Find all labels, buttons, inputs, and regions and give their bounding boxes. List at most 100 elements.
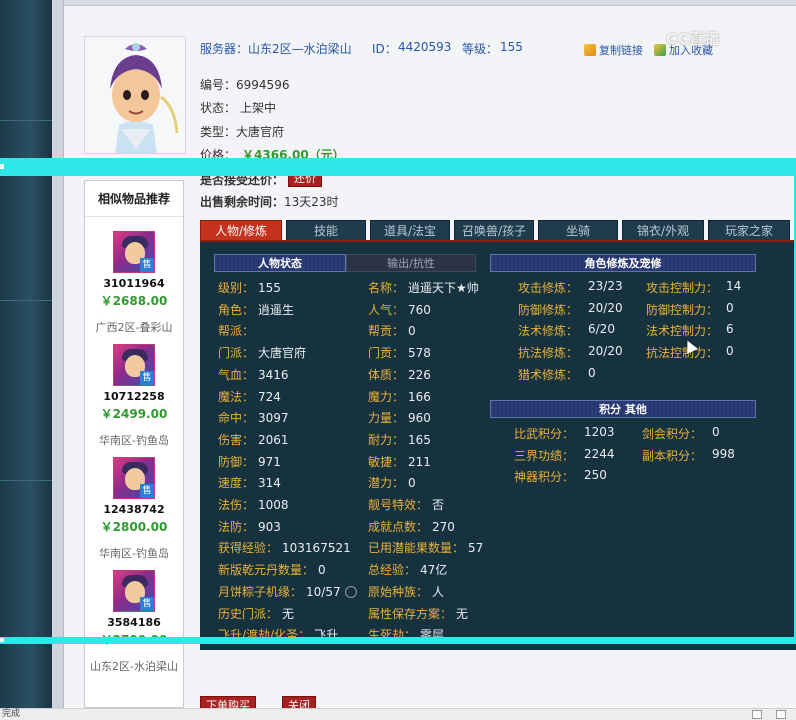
stat-label: 月饼粽子机缘： [218,584,303,599]
stat-row: 潜力： 0 [368,474,416,491]
stat-value: 971 [258,454,281,469]
stat-label: 抗法修炼： [518,346,579,361]
stat-label: 魔力： [368,389,405,404]
sale-badge: 售 [140,484,154,498]
similar-item-thumbnail[interactable]: 售 [113,344,155,386]
detail-tabs: 人物/修炼 技能 道具/法宝 召唤兽/孩子 坐骑 锦衣/外观 玩家之家 [200,220,796,240]
stat-value: 314 [258,476,281,491]
status-text: 完成 [2,709,21,719]
stat-value: 57 [468,541,484,556]
stat-label: 体质： [368,367,405,382]
sale-badge: 售 [140,371,154,385]
stat-value: 逍遥天下★帅 [408,281,479,295]
tab-4[interactable]: 坐骑 [538,220,618,240]
browser-status-bar: 完成 [0,708,796,720]
type-value: 大唐官府 [236,125,285,139]
stat-label: 猎术修炼： [518,367,579,382]
stat-row: 获得经验： 103167521 [218,539,351,556]
similar-item-thumbnail[interactable]: 售 [113,457,155,499]
stat-row: 伤害： 2061 [218,431,289,448]
stat-label: 人气： [368,302,405,317]
stat-value: 3416 [258,367,289,382]
stat-value: 6/20 [588,322,615,337]
stat-row: 原始种族：人 [368,583,444,600]
tab-2[interactable]: 道具/法宝 [370,220,450,240]
stat-label: 级别： [218,281,255,295]
stat-label: 新版乾元丹数量： [218,563,315,578]
stat-label: 魔法： [218,389,255,404]
stat-row: 力量： 960 [368,409,431,426]
scroll-gutter [52,0,64,708]
stat-value: 250 [584,468,607,483]
tab-5[interactable]: 锦衣/外观 [622,220,704,240]
status-icon-2 [776,710,786,719]
stat-row: 副本积分： 998 [642,447,735,464]
similar-item[interactable]: 售 10712258 ￥2499.00 华南区-钓鱼岛 [85,344,183,448]
favorite-icon [654,44,666,56]
stat-value: 211 [408,454,431,469]
stat-label: 敏捷： [368,454,405,469]
output-resist-tab[interactable]: 输出/抗性 [346,254,476,272]
similar-item[interactable]: 售 12438742 ￥2800.00 华南区-钓鱼岛 [85,457,183,561]
similar-items-title: 相似物品推荐 [85,181,183,217]
stat-value: 103167521 [282,541,351,556]
char-status-head[interactable]: 人物状态 [214,254,346,272]
stat-row: 门派： 大唐官府 [218,344,306,361]
stat-row: 攻击控制力： 14 [646,279,741,296]
sale-badge: 售 [140,597,154,611]
server-label: 服务器： [200,42,249,56]
stat-row: 帮贡： 0 [368,322,416,339]
stat-value: 1008 [258,498,289,512]
stat-value: 无 [456,606,469,621]
stat-label: 已用潜能果数量： [368,541,465,556]
sale-badge: 售 [140,258,154,272]
stat-label: 潜力： [368,476,405,491]
stat-label: 剑会积分： [642,427,703,441]
character-detail-panel: 人物状态 输出/抗性 级别： 155 角色： 逍遥生 帮派： 门派： 大唐官府 气血： 3416… [200,240,796,650]
similar-item[interactable]: 售3584186￥2700.00山东2区-水泊梁山 [85,570,183,674]
stat-value: 否 [432,498,445,512]
tab-0[interactable]: 人物/修炼 [200,220,282,240]
similar-item[interactable]: 售 31011964 ￥2688.00 广西2区-叠彩山 [85,231,183,335]
cyan-overlay-top [0,158,796,176]
copy-link-button[interactable]: 复制链接 [584,42,643,58]
stat-label: 速度： [218,476,255,491]
stat-row: 猎术修炼： 0 [518,366,596,383]
stat-row: 防御： 971 [218,453,281,470]
help-icon[interactable] [344,586,357,599]
stat-label: 副本积分： [642,448,703,463]
stat-label: 伤害： [218,432,255,447]
stat-label: 命中： [218,411,255,426]
tab-1[interactable]: 技能 [286,220,366,240]
stat-value: 0 [726,300,734,315]
stat-label: 气血： [218,367,255,382]
stat-row: 抗法控制力： 0 [646,344,734,361]
stat-row: 抗法修炼： 20/20 [518,344,623,361]
stat-row: 成就点数： 270 [368,518,455,535]
similar-item-price: ￥2499.00 [100,407,168,421]
stat-value: 20/20 [588,344,623,359]
stat-row: 敏捷： 211 [368,453,431,470]
similar-item-id: 3584186 [107,616,161,629]
stat-row: 靓号特效：否 [368,496,444,513]
stat-row: 魔力： 166 [368,388,431,405]
stat-value: 14 [726,279,742,293]
stat-row: 月饼粽子机缘： 10/57 [218,583,357,600]
number-value: 6994596 [236,78,290,92]
similar-item-thumbnail[interactable]: 售 [113,570,155,612]
similar-item-server: 华南区-钓鱼岛 [99,434,169,447]
stat-label: 属性保存方案： [368,606,453,621]
stat-value: 0 [408,324,416,339]
similar-item-thumbnail[interactable]: 售 [113,231,155,273]
stat-value: 0 [588,365,596,380]
browser-left-strip [0,0,52,708]
tab-3[interactable]: 召唤兽/孩子 [454,220,534,240]
stat-row: 法术修炼： 6/20 [518,322,615,339]
tab-6[interactable]: 玩家之家 [708,220,790,240]
stat-label: 耐力： [368,432,405,447]
stat-label: 原始种族： [368,584,429,599]
stat-row: 耐力： 165 [368,431,431,448]
stat-label: 力量： [368,411,405,426]
stat-row: 法术控制力： 6 [646,322,734,339]
similar-item-server: 广西2区-叠彩山 [95,321,173,334]
